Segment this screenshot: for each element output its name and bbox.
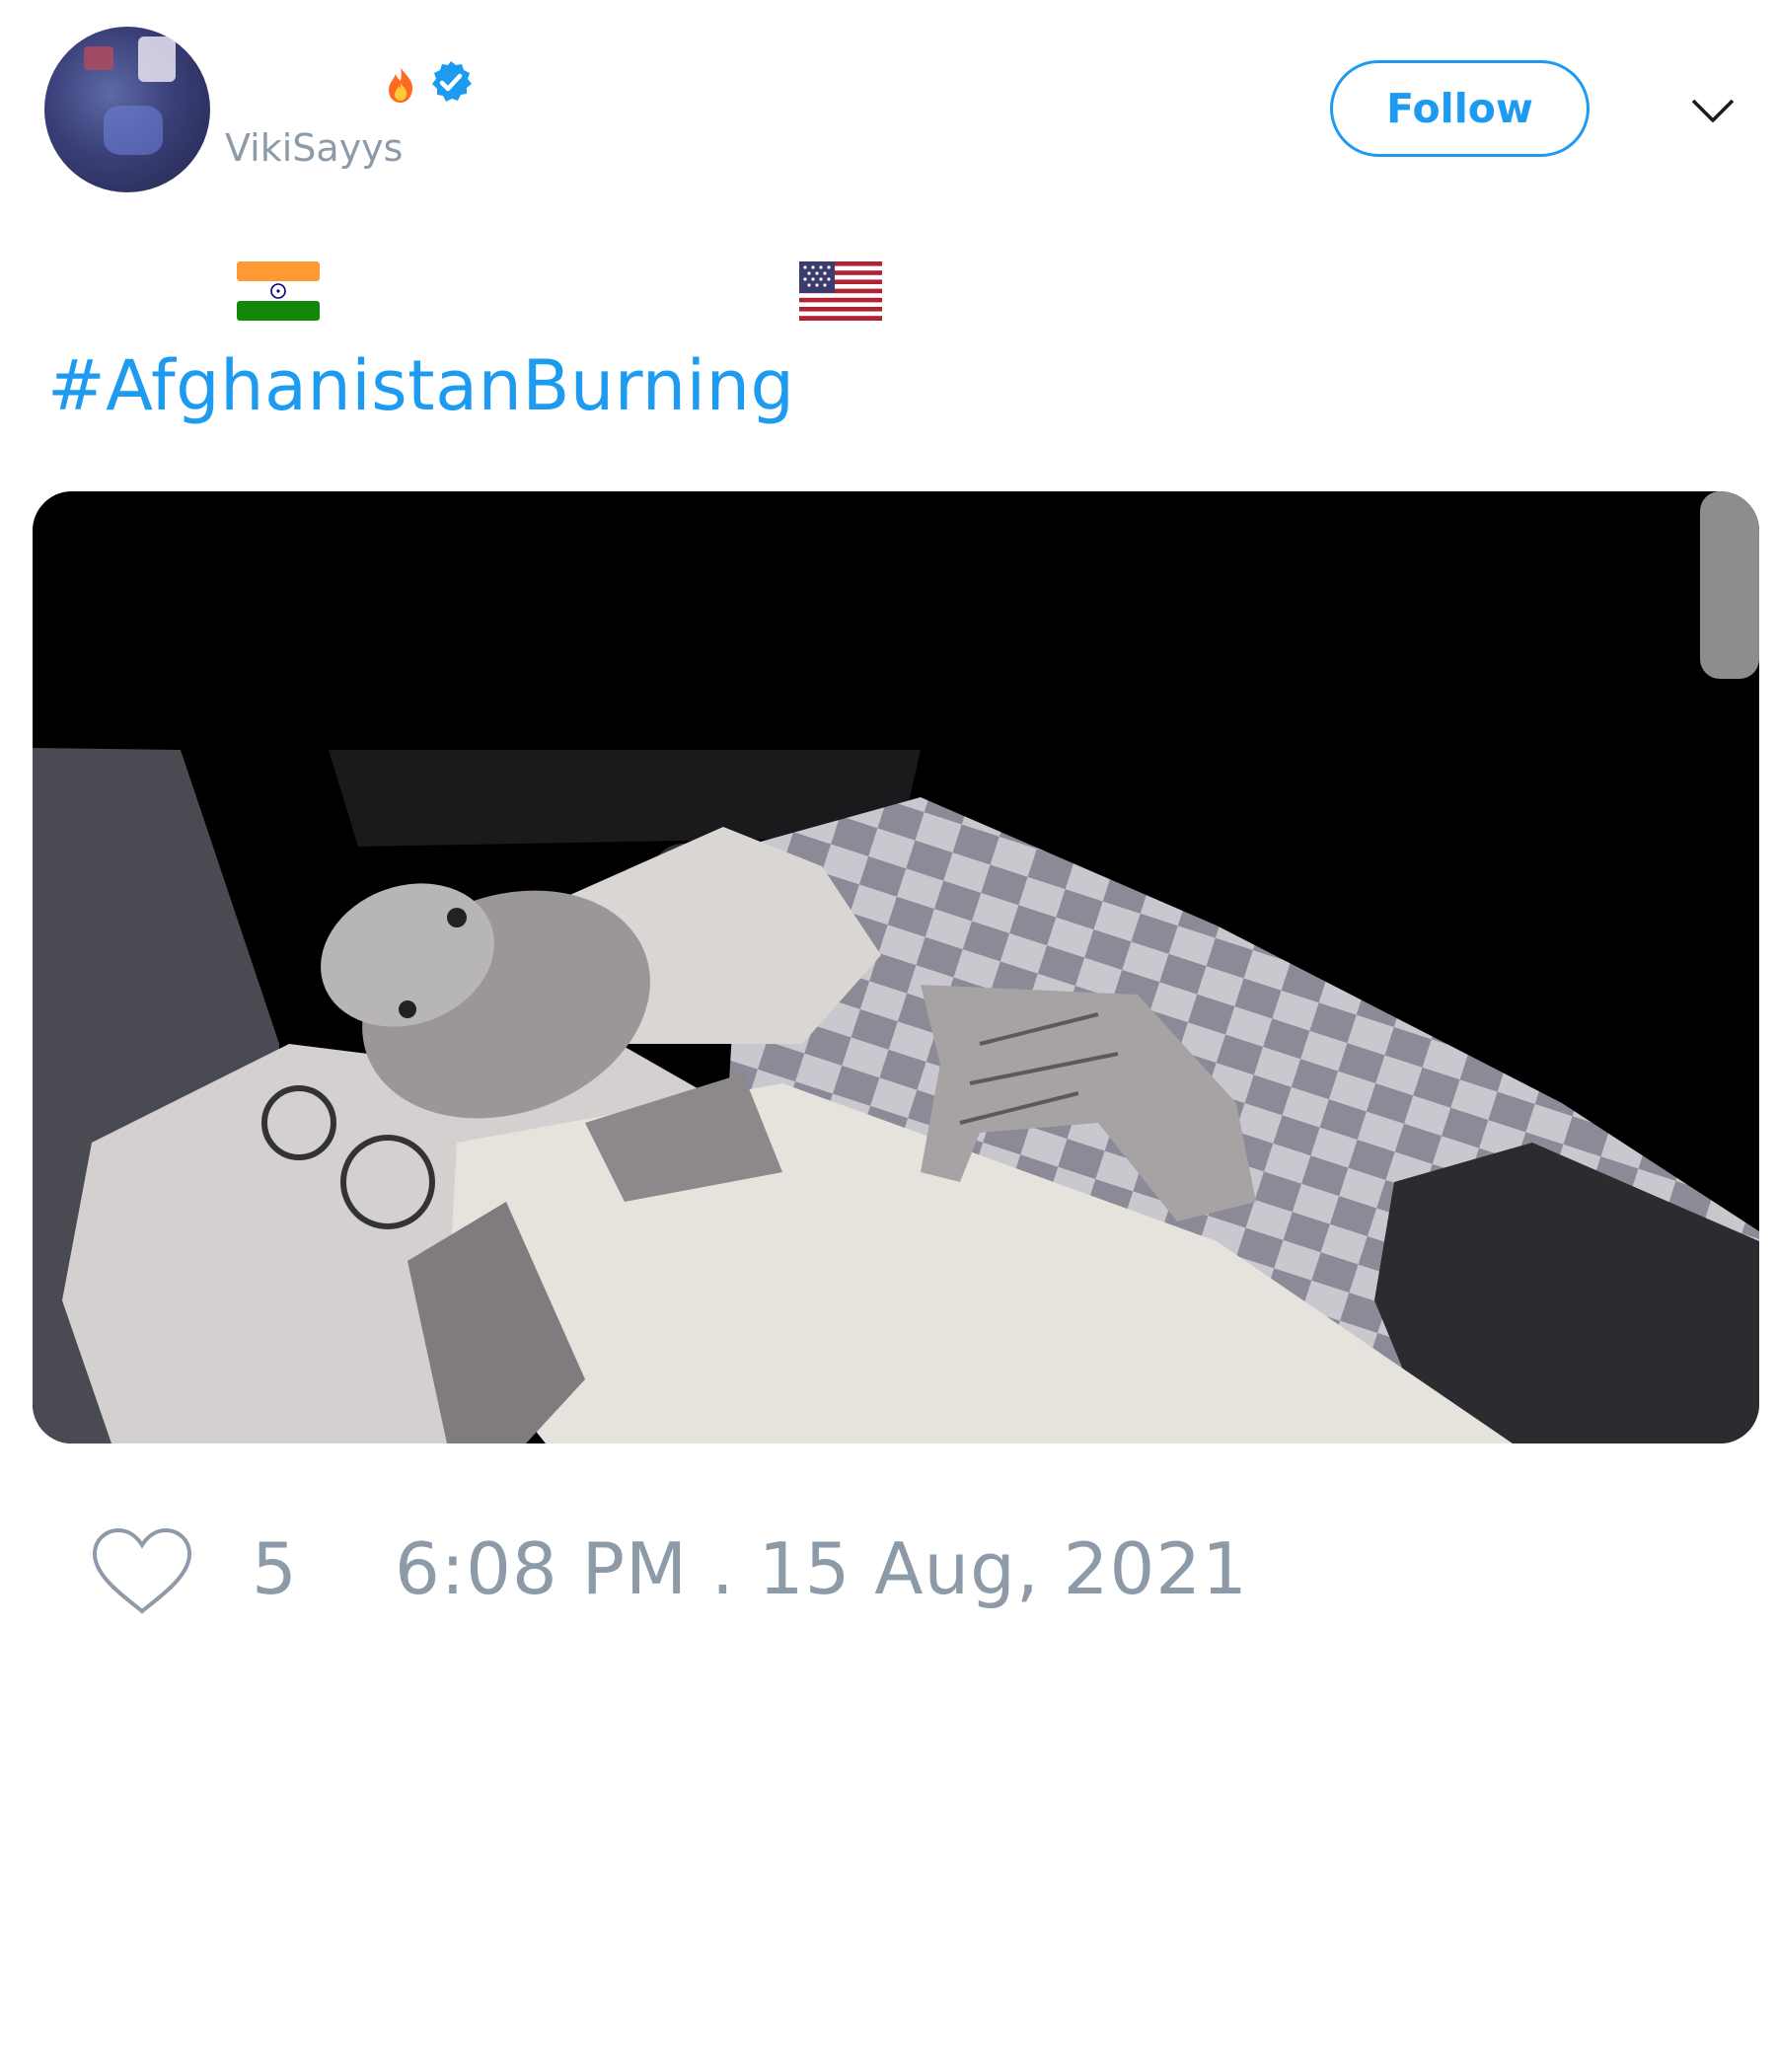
tweet-media-photo[interactable]	[33, 491, 1759, 1443]
chevron-down-icon[interactable]	[1689, 87, 1737, 134]
user-handle[interactable]: VikiSayys	[225, 126, 403, 170]
heart-outline-icon[interactable]	[89, 1524, 195, 1619]
india-flag-emoji	[237, 261, 320, 321]
like-count: 5	[252, 1527, 297, 1610]
profile-avatar[interactable]	[44, 27, 210, 192]
follow-button[interactable]: Follow	[1330, 60, 1590, 157]
usa-flag-emoji	[799, 261, 882, 321]
verified-badge-icon	[432, 61, 472, 102]
hashtag-link[interactable]: #AfghanistanBurning	[47, 345, 794, 426]
fire-emoji	[389, 67, 413, 103]
tweet-timestamp[interactable]: 6:08 PM . 15 Aug, 2021	[395, 1527, 1248, 1610]
